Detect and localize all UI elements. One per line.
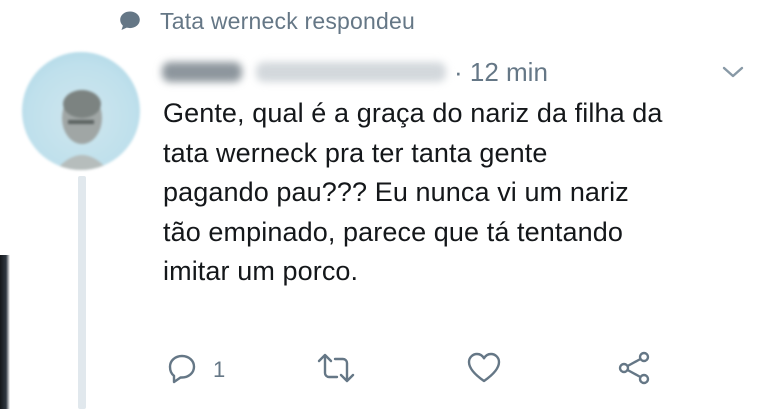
avatar[interactable] [22, 52, 140, 170]
tweet-header: · 12 min [162, 52, 548, 92]
tweet-time[interactable]: · 12 min [454, 57, 548, 88]
share-icon[interactable] [616, 350, 652, 391]
reply-icon[interactable] [165, 351, 199, 390]
reply-button[interactable]: 1 [165, 346, 225, 394]
author-handle-redacted[interactable] [256, 62, 446, 82]
chevron-down-icon[interactable] [720, 62, 746, 82]
share-button[interactable] [616, 346, 652, 394]
retweet-button[interactable] [316, 346, 356, 394]
reply-count: 1 [213, 357, 226, 382]
context-bar: Tata werneck respondeu [118, 4, 415, 38]
like-icon[interactable] [466, 351, 502, 390]
tweet-actions: 1 [0, 346, 768, 394]
author-name-redacted[interactable] [162, 62, 242, 82]
like-button[interactable] [466, 346, 502, 394]
speech-bubble-icon [118, 8, 144, 34]
tweet-text: Gente, qual é a graça do nariz da filha … [163, 98, 663, 286]
context-text: Tata werneck respondeu [160, 7, 415, 34]
retweet-icon[interactable] [316, 351, 356, 390]
